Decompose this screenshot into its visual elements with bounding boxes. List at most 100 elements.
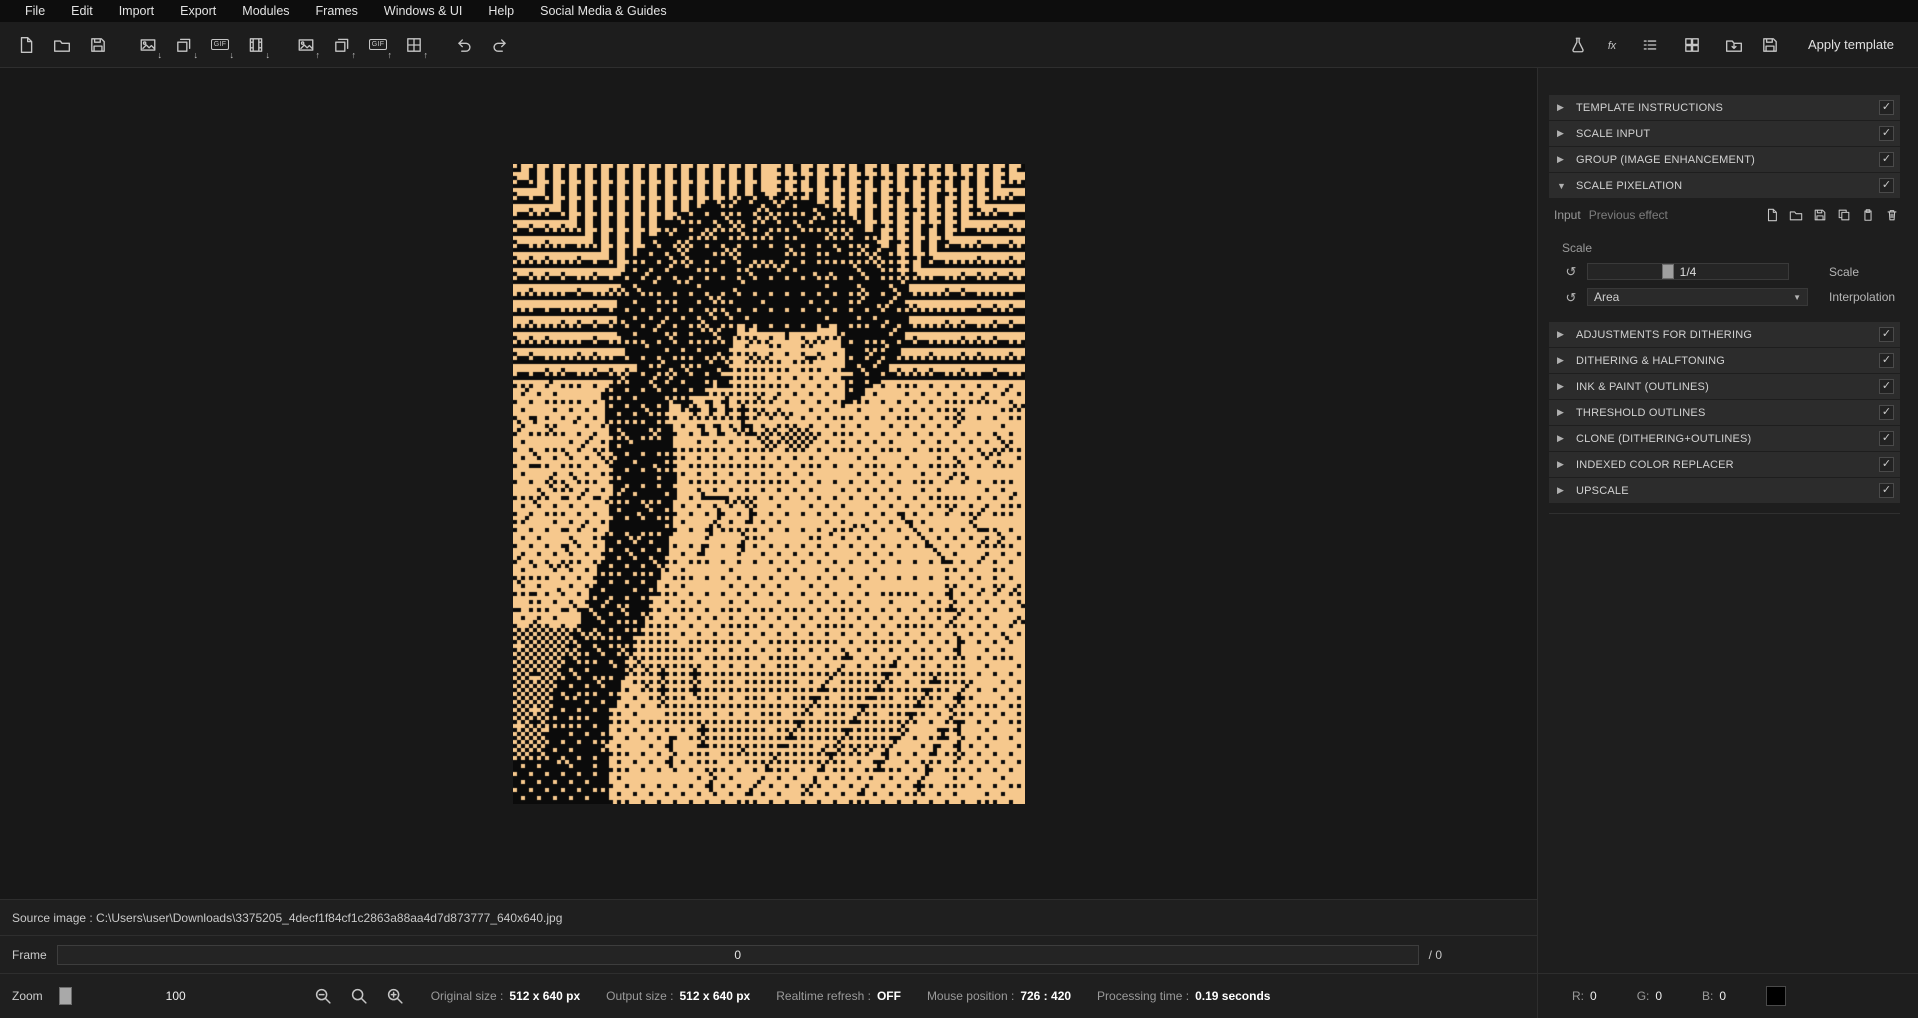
- effect-copy-button[interactable]: [1836, 207, 1852, 223]
- input-label: Input: [1554, 208, 1581, 222]
- menu-windows-ui[interactable]: Windows & UI: [371, 0, 476, 22]
- scale-slider[interactable]: 1/4: [1587, 263, 1789, 280]
- interpolation-dropdown[interactable]: Area ▼: [1587, 288, 1808, 306]
- import-image-button[interactable]: ↓: [132, 29, 164, 61]
- menu-frames[interactable]: Frames: [303, 0, 371, 22]
- source-bar: Source image : C:\Users\user\Downloads\3…: [0, 899, 1537, 935]
- template-list-button[interactable]: [1634, 29, 1666, 61]
- menu-help[interactable]: Help: [475, 0, 527, 22]
- export-badge-icon: ↑: [316, 51, 321, 60]
- export-spritesheet-button[interactable]: ↑: [398, 29, 430, 61]
- section-checkbox[interactable]: ✓: [1879, 100, 1894, 115]
- import-gif-button[interactable]: GIF ↓: [204, 29, 236, 61]
- panel-section-threshold-outlines[interactable]: ▶ THRESHOLD OUTLINES ✓: [1549, 400, 1900, 425]
- section-checkbox[interactable]: ✓: [1879, 126, 1894, 141]
- section-checkbox[interactable]: ✓: [1879, 405, 1894, 420]
- panel-section-indexed-color-replacer[interactable]: ▶ INDEXED COLOR REPLACER ✓: [1549, 452, 1900, 477]
- section-label: INDEXED COLOR REPLACER: [1576, 459, 1871, 471]
- effect-open-button[interactable]: [1788, 207, 1804, 223]
- template-browser-button[interactable]: [1676, 29, 1708, 61]
- apply-template-button[interactable]: Apply template: [1794, 31, 1908, 58]
- source-image-path: Source image : C:\Users\user\Downloads\3…: [12, 911, 562, 925]
- effect-save-button[interactable]: [1812, 207, 1828, 223]
- preview-image[interactable]: [513, 164, 1025, 804]
- image-stack-icon: [333, 36, 351, 54]
- effect-paste-button[interactable]: [1860, 207, 1876, 223]
- scale-row-label: Scale: [1829, 265, 1859, 279]
- new-file-button[interactable]: [10, 29, 42, 61]
- section-checkbox[interactable]: ✓: [1879, 327, 1894, 342]
- zoom-in-button[interactable]: [381, 982, 409, 1010]
- chevron-right-icon: ▶: [1557, 407, 1568, 418]
- panel-section-ink-paint-outlines[interactable]: ▶ INK & PAINT (OUTLINES) ✓: [1549, 374, 1900, 399]
- zoom-out-icon: [313, 986, 333, 1006]
- panel-section-scale-pixelation[interactable]: ▼ SCALE PIXELATION ✓: [1549, 173, 1900, 198]
- import-video-button[interactable]: ↓: [240, 29, 272, 61]
- chevron-right-icon: ▶: [1557, 102, 1568, 113]
- check-icon: ✓: [1882, 102, 1891, 113]
- export-gif-button[interactable]: GIF ↑: [362, 29, 394, 61]
- panel-section-upscale[interactable]: ▶ UPSCALE ✓: [1549, 478, 1900, 503]
- panel-section-group-image-enhancement[interactable]: ▶ GROUP (IMAGE ENHANCEMENT) ✓: [1549, 147, 1900, 172]
- panel-section-adjustments-for-dithering[interactable]: ▶ ADJUSTMENTS FOR DITHERING ✓: [1549, 322, 1900, 347]
- chevron-right-icon: ▶: [1557, 433, 1568, 444]
- status-readouts: Original size :512 x 640 px Output size …: [431, 989, 1271, 1003]
- original-size-status: Original size :512 x 640 px: [431, 989, 580, 1003]
- export-sequence-button[interactable]: ↑: [326, 29, 358, 61]
- zoom-out-button[interactable]: [309, 982, 337, 1010]
- section-checkbox[interactable]: ✓: [1879, 353, 1894, 368]
- menu-file[interactable]: File: [12, 0, 58, 22]
- panel-section-dithering-halftoning[interactable]: ▶ DITHERING & HALFTONING ✓: [1549, 348, 1900, 373]
- section-checkbox[interactable]: ✓: [1879, 431, 1894, 446]
- grid-icon: [405, 36, 423, 54]
- save-file-button[interactable]: [82, 29, 114, 61]
- menu-modules[interactable]: Modules: [229, 0, 302, 22]
- zoom-in-icon: [385, 986, 405, 1006]
- zoom-slider[interactable]: 100: [51, 985, 301, 1007]
- section-checkbox[interactable]: ✓: [1879, 483, 1894, 498]
- reset-interpolation-button[interactable]: ↺: [1563, 291, 1579, 304]
- section-checkbox[interactable]: ✓: [1879, 457, 1894, 472]
- frame-slider[interactable]: 0: [57, 945, 1419, 965]
- check-icon: ✓: [1882, 154, 1891, 165]
- import-badge-icon: ↓: [230, 51, 235, 60]
- zoom-slider-handle[interactable]: [59, 987, 72, 1005]
- check-icon: ✓: [1882, 433, 1891, 444]
- section-label: GROUP (IMAGE ENHANCEMENT): [1576, 154, 1871, 166]
- panel-section-clone-dithering-outlines[interactable]: ▶ CLONE (DITHERING+OUTLINES) ✓: [1549, 426, 1900, 451]
- menu-export[interactable]: Export: [167, 0, 229, 22]
- section-checkbox[interactable]: ✓: [1879, 178, 1894, 193]
- template-load-button[interactable]: [1718, 29, 1750, 61]
- panel-section-scale-input[interactable]: ▶ SCALE INPUT ✓: [1549, 121, 1900, 146]
- template-save-button[interactable]: [1754, 29, 1786, 61]
- menu-import[interactable]: Import: [106, 0, 167, 22]
- image-viewport[interactable]: [0, 68, 1537, 899]
- new-file-icon: [1765, 208, 1779, 222]
- section-label: THRESHOLD OUTLINES: [1576, 407, 1871, 419]
- check-icon: ✓: [1882, 459, 1891, 470]
- section-label: CLONE (DITHERING+OUTLINES): [1576, 433, 1871, 445]
- scale-slider-handle[interactable]: [1662, 264, 1674, 279]
- zoom-reset-button[interactable]: [345, 982, 373, 1010]
- template-script-button[interactable]: fx: [1598, 29, 1630, 61]
- panel-section-template-instructions[interactable]: ▶ TEMPLATE INSTRUCTIONS ✓: [1549, 95, 1900, 120]
- menu-edit[interactable]: Edit: [58, 0, 106, 22]
- reset-scale-button[interactable]: ↺: [1563, 265, 1579, 278]
- menu-social-media-guides[interactable]: Social Media & Guides: [527, 0, 679, 22]
- effect-new-button[interactable]: [1764, 207, 1780, 223]
- chevron-right-icon: ▶: [1557, 459, 1568, 470]
- template-tool-group-a: fx: [1562, 29, 1666, 61]
- green-readout: G:0: [1637, 989, 1662, 1003]
- color-swatch: [1766, 986, 1786, 1006]
- template-effects-button[interactable]: [1562, 29, 1594, 61]
- export-badge-icon: ↑: [388, 51, 393, 60]
- section-label: UPSCALE: [1576, 485, 1871, 497]
- section-checkbox[interactable]: ✓: [1879, 379, 1894, 394]
- import-sequence-button[interactable]: ↓: [168, 29, 200, 61]
- section-checkbox[interactable]: ✓: [1879, 152, 1894, 167]
- redo-button[interactable]: [484, 29, 516, 61]
- effect-delete-button[interactable]: [1884, 207, 1900, 223]
- export-image-button[interactable]: ↑: [290, 29, 322, 61]
- undo-button[interactable]: [448, 29, 480, 61]
- open-file-button[interactable]: [46, 29, 78, 61]
